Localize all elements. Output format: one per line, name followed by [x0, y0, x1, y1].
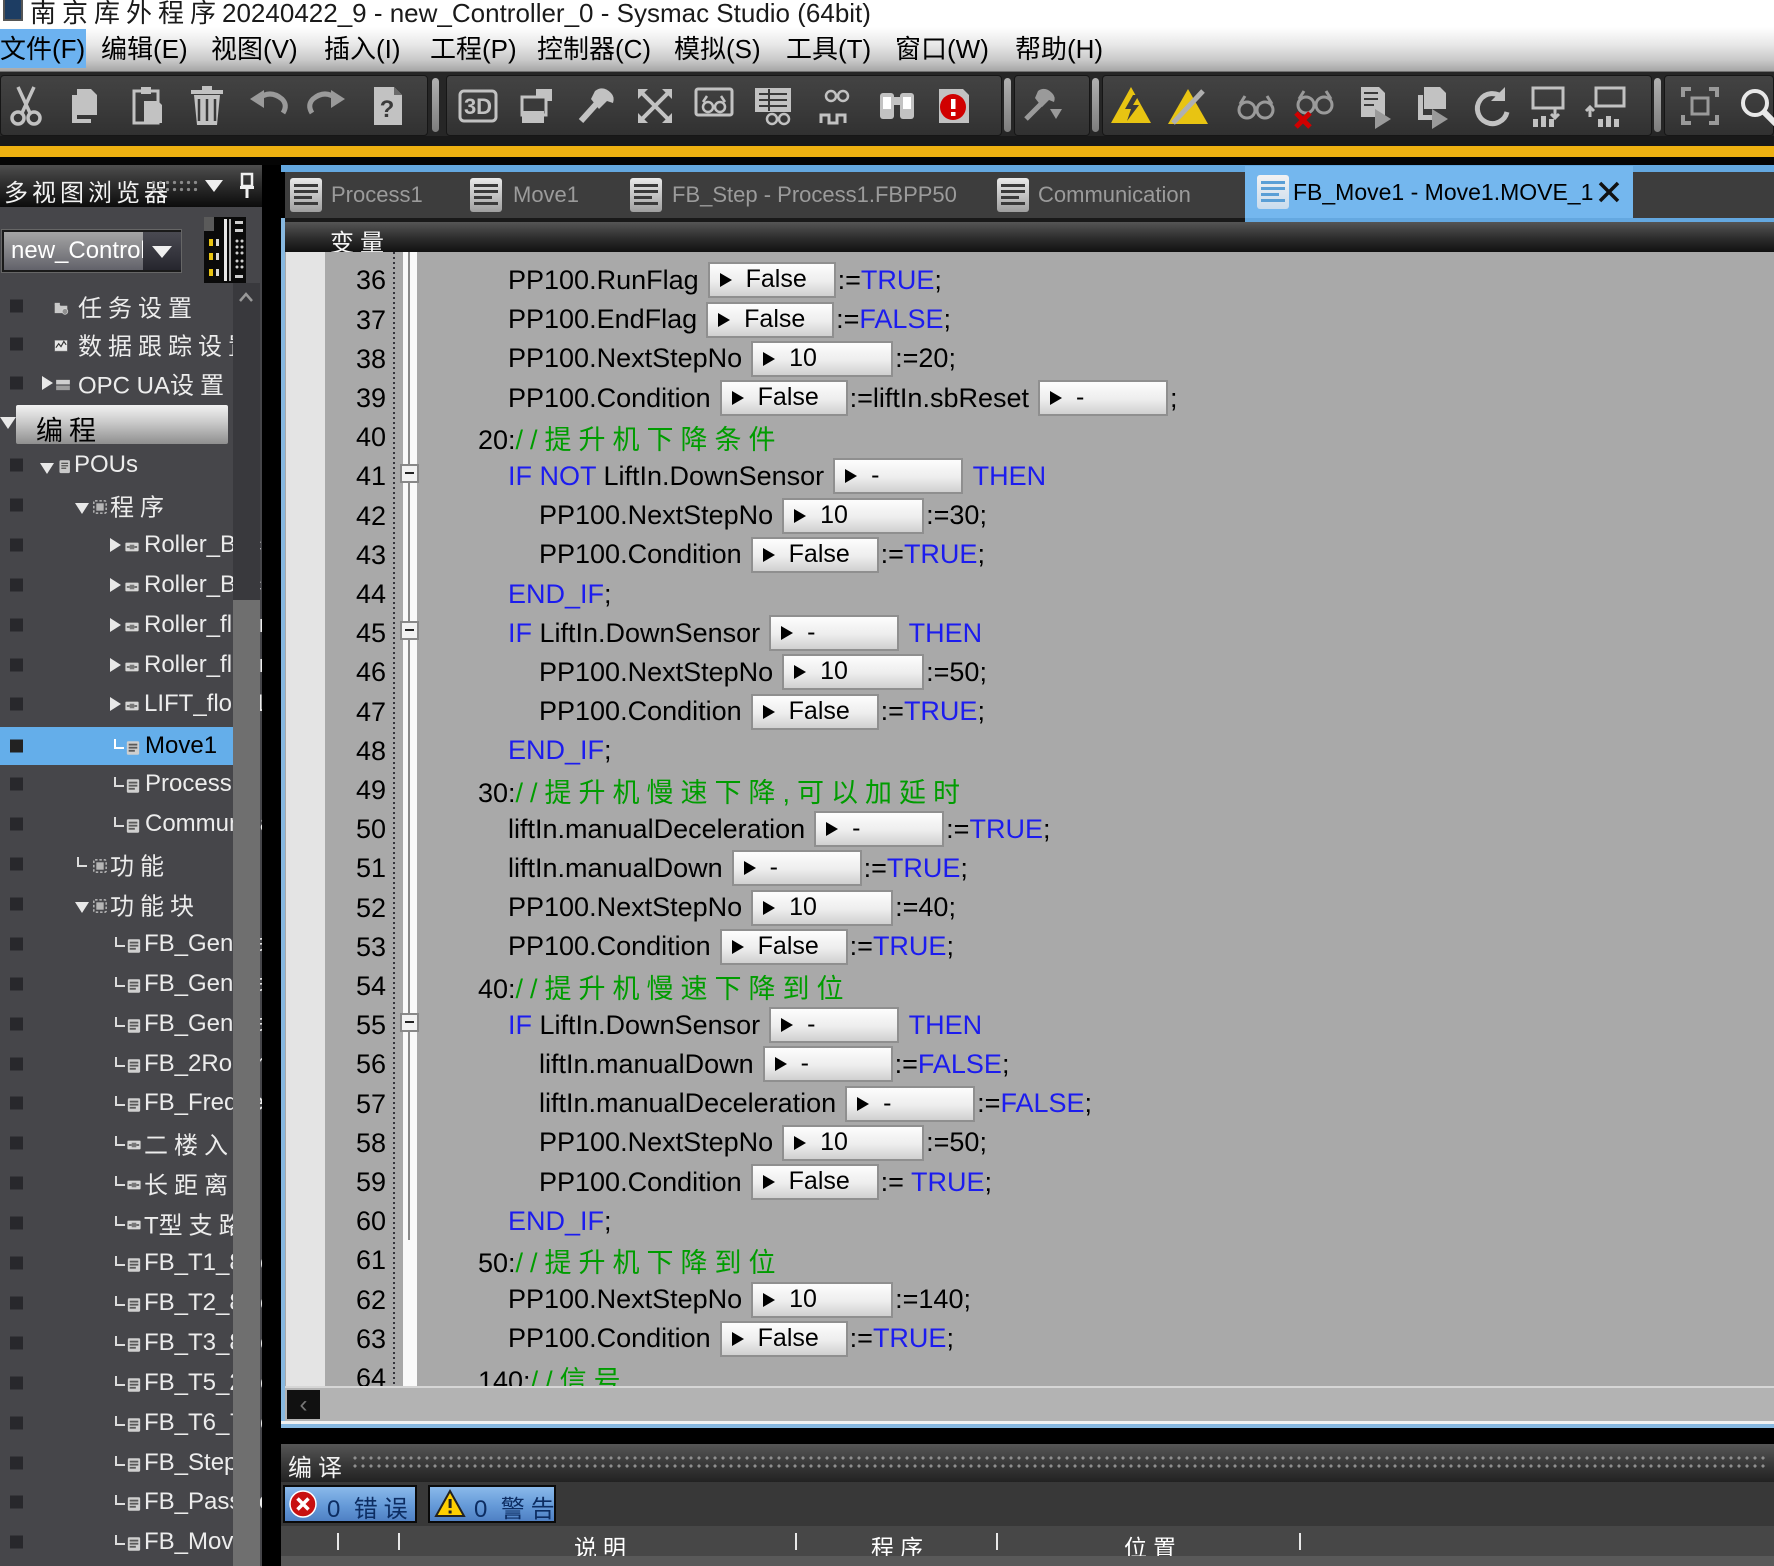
svg-text:?: ? [380, 96, 395, 123]
svg-text:3D: 3D [464, 94, 492, 119]
